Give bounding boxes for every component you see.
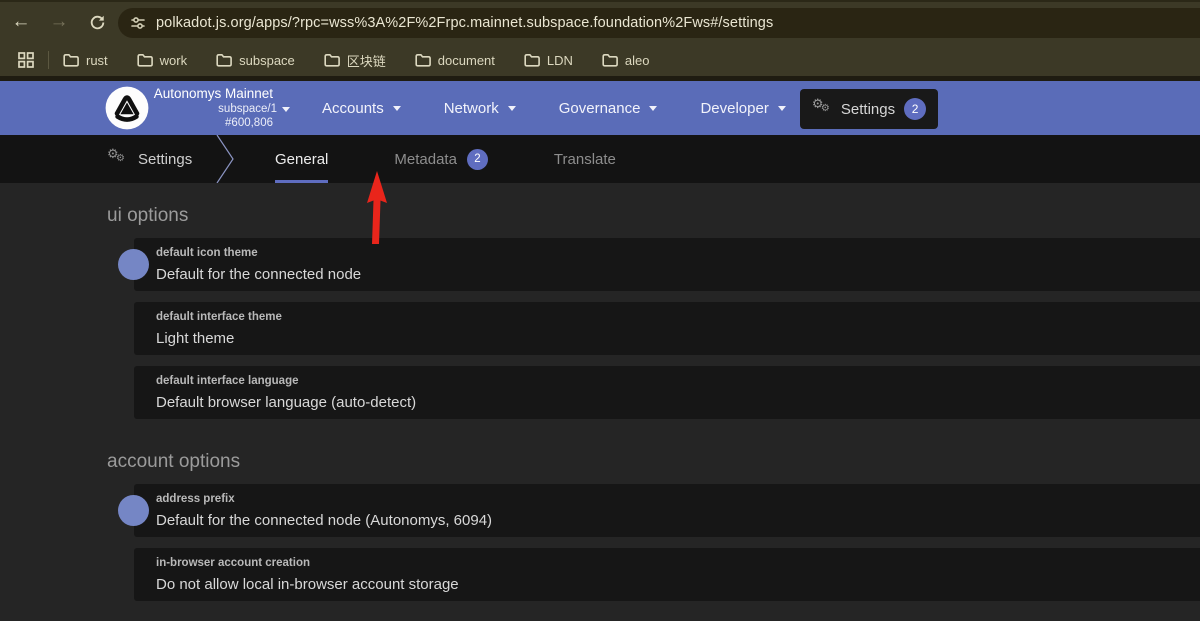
setting-dropdown-row[interactable]: default interface theme Light theme bbox=[134, 302, 1200, 355]
bookmark-folder[interactable]: document bbox=[415, 53, 495, 68]
settings-button-label: Settings bbox=[841, 101, 895, 118]
setting-selected-value[interactable]: Default browser language (auto-detect) bbox=[156, 394, 1200, 411]
bookmark-folder[interactable]: subspace bbox=[216, 53, 295, 68]
browser-toolbar: ← → polkadot.js.org/apps/?rpc=wss%3A%2F%… bbox=[0, 2, 1200, 42]
back-button[interactable]: ← bbox=[4, 5, 38, 39]
bookmark-label: work bbox=[160, 53, 187, 68]
chain-name: Autonomys Mainnet bbox=[120, 87, 290, 101]
setting-selected-value[interactable]: Default for the connected node (Autonomy… bbox=[156, 512, 1200, 529]
bookmark-folder[interactable]: 区块链 bbox=[324, 51, 386, 70]
forward-button[interactable]: → bbox=[42, 5, 76, 39]
top-nav-item[interactable]: Network bbox=[444, 100, 516, 117]
top-nav-item[interactable]: Accounts bbox=[322, 100, 401, 117]
top-nav-label: Governance bbox=[559, 100, 641, 117]
setting-label: default icon theme bbox=[156, 246, 1200, 260]
folder-icon bbox=[602, 53, 618, 67]
identicon-circle bbox=[118, 495, 149, 526]
settings-section: account options address prefix Default f… bbox=[0, 449, 1200, 601]
bookmark-label: LDN bbox=[547, 53, 573, 68]
settings-badge: 2 bbox=[904, 98, 926, 120]
subnav-tab[interactable]: Metadata 2 bbox=[382, 135, 500, 183]
section-rows: address prefix Default for the connected… bbox=[134, 484, 1200, 601]
setting-selected-value[interactable]: Do not allow local in-browser account st… bbox=[156, 576, 1200, 593]
bookmarks-list: rust work subspace 区块链 document LDN aleo bbox=[63, 51, 649, 70]
chevron-down-icon bbox=[649, 106, 657, 111]
chain-spec-label: subspace/1 bbox=[218, 104, 277, 116]
bookmark-label: subspace bbox=[239, 53, 295, 68]
section-title: account options bbox=[107, 449, 1200, 475]
breadcrumb-chevron bbox=[214, 135, 238, 183]
setting-dropdown-row[interactable]: default icon theme Default for the conne… bbox=[134, 238, 1200, 291]
setting-dropdown-row[interactable]: address prefix Default for the connected… bbox=[134, 484, 1200, 537]
settings-section: ui options default icon theme Default fo… bbox=[0, 203, 1200, 419]
chevron-down-icon bbox=[778, 106, 786, 111]
setting-label: default interface language bbox=[156, 374, 1200, 388]
settings-gears-icon: ⚙⚙ bbox=[812, 100, 832, 118]
apps-grid-icon[interactable] bbox=[17, 51, 35, 69]
chain-spec: subspace/1 bbox=[120, 104, 290, 116]
subnav-bar: ⚙⚙ Settings General Metadata 2 Translate bbox=[0, 135, 1200, 183]
setting-selected-value[interactable]: Light theme bbox=[156, 330, 1200, 347]
app-header: Autonomys Mainnet subspace/1 #600,806 Ac… bbox=[0, 81, 1200, 135]
top-nav-item[interactable]: Governance bbox=[559, 100, 658, 117]
setting-label: default interface theme bbox=[156, 310, 1200, 324]
folder-icon bbox=[216, 53, 232, 67]
bookmark-folder[interactable]: aleo bbox=[602, 53, 650, 68]
setting-label: address prefix bbox=[156, 492, 1200, 506]
identicon-circle bbox=[118, 249, 149, 280]
bookmark-label: rust bbox=[86, 53, 108, 68]
refresh-icon bbox=[89, 14, 106, 31]
bookmark-label: aleo bbox=[625, 53, 650, 68]
subnav-tab[interactable]: Translate bbox=[542, 135, 628, 183]
bookmark-folder[interactable]: LDN bbox=[524, 53, 573, 68]
folder-icon bbox=[63, 53, 79, 67]
setting-dropdown-row[interactable]: in-browser account creation Do not allow… bbox=[134, 548, 1200, 601]
bookmark-label: 区块链 bbox=[347, 51, 386, 70]
nav-settings-button[interactable]: ⚙⚙ Settings 2 bbox=[800, 89, 938, 129]
section-rows: default icon theme Default for the conne… bbox=[134, 238, 1200, 419]
refresh-button[interactable] bbox=[80, 5, 114, 39]
folder-icon bbox=[324, 53, 340, 67]
bookmarks-bar: rust work subspace 区块链 document LDN aleo bbox=[0, 42, 1200, 78]
top-nav-label: Network bbox=[444, 100, 499, 117]
bookmark-folder[interactable]: rust bbox=[63, 53, 108, 68]
chevron-down-icon bbox=[508, 106, 516, 111]
bookmark-folder[interactable]: work bbox=[137, 53, 187, 68]
url-text[interactable]: polkadot.js.org/apps/?rpc=wss%3A%2F%2Frp… bbox=[156, 15, 773, 31]
subnav-tab[interactable]: General bbox=[263, 135, 340, 183]
subnav-tabs: General Metadata 2 Translate bbox=[263, 135, 628, 183]
setting-label: in-browser account creation bbox=[156, 556, 1200, 570]
folder-icon bbox=[415, 53, 431, 67]
folder-icon bbox=[524, 53, 540, 67]
top-nav-label: Developer bbox=[700, 100, 768, 117]
setting-dropdown-row[interactable]: default interface language Default brows… bbox=[134, 366, 1200, 419]
top-nav-item[interactable]: Developer bbox=[700, 100, 785, 117]
url-bar[interactable]: polkadot.js.org/apps/?rpc=wss%3A%2F%2Frp… bbox=[118, 8, 1200, 38]
chevron-down-icon bbox=[282, 107, 290, 112]
site-settings-icon[interactable] bbox=[130, 15, 146, 31]
settings-gears-icon: ⚙⚙ bbox=[107, 150, 127, 168]
section-title: ui options bbox=[107, 203, 1200, 229]
browser-chrome: ← → polkadot.js.org/apps/?rpc=wss%3A%2F%… bbox=[0, 0, 1200, 76]
setting-selected-value[interactable]: Default for the connected node bbox=[156, 266, 1200, 283]
subnav-title-label: Settings bbox=[138, 151, 192, 168]
chevron-down-icon bbox=[393, 106, 401, 111]
bookmarks-separator bbox=[48, 51, 49, 69]
settings-page: ui options default icon theme Default fo… bbox=[0, 183, 1200, 621]
folder-icon bbox=[137, 53, 153, 67]
tab-badge: 2 bbox=[467, 149, 488, 170]
tab-label: General bbox=[275, 151, 328, 168]
best-block-number: #600,806 bbox=[120, 118, 290, 130]
top-nav: Accounts Network Governance Developer bbox=[322, 81, 786, 135]
top-nav-label: Accounts bbox=[322, 100, 384, 117]
chain-info[interactable]: Autonomys Mainnet subspace/1 #600,806 bbox=[120, 87, 290, 130]
tab-label: Metadata bbox=[394, 151, 457, 168]
bookmark-label: document bbox=[438, 53, 495, 68]
tab-label: Translate bbox=[554, 151, 616, 168]
subnav-title: ⚙⚙ Settings bbox=[107, 135, 192, 183]
